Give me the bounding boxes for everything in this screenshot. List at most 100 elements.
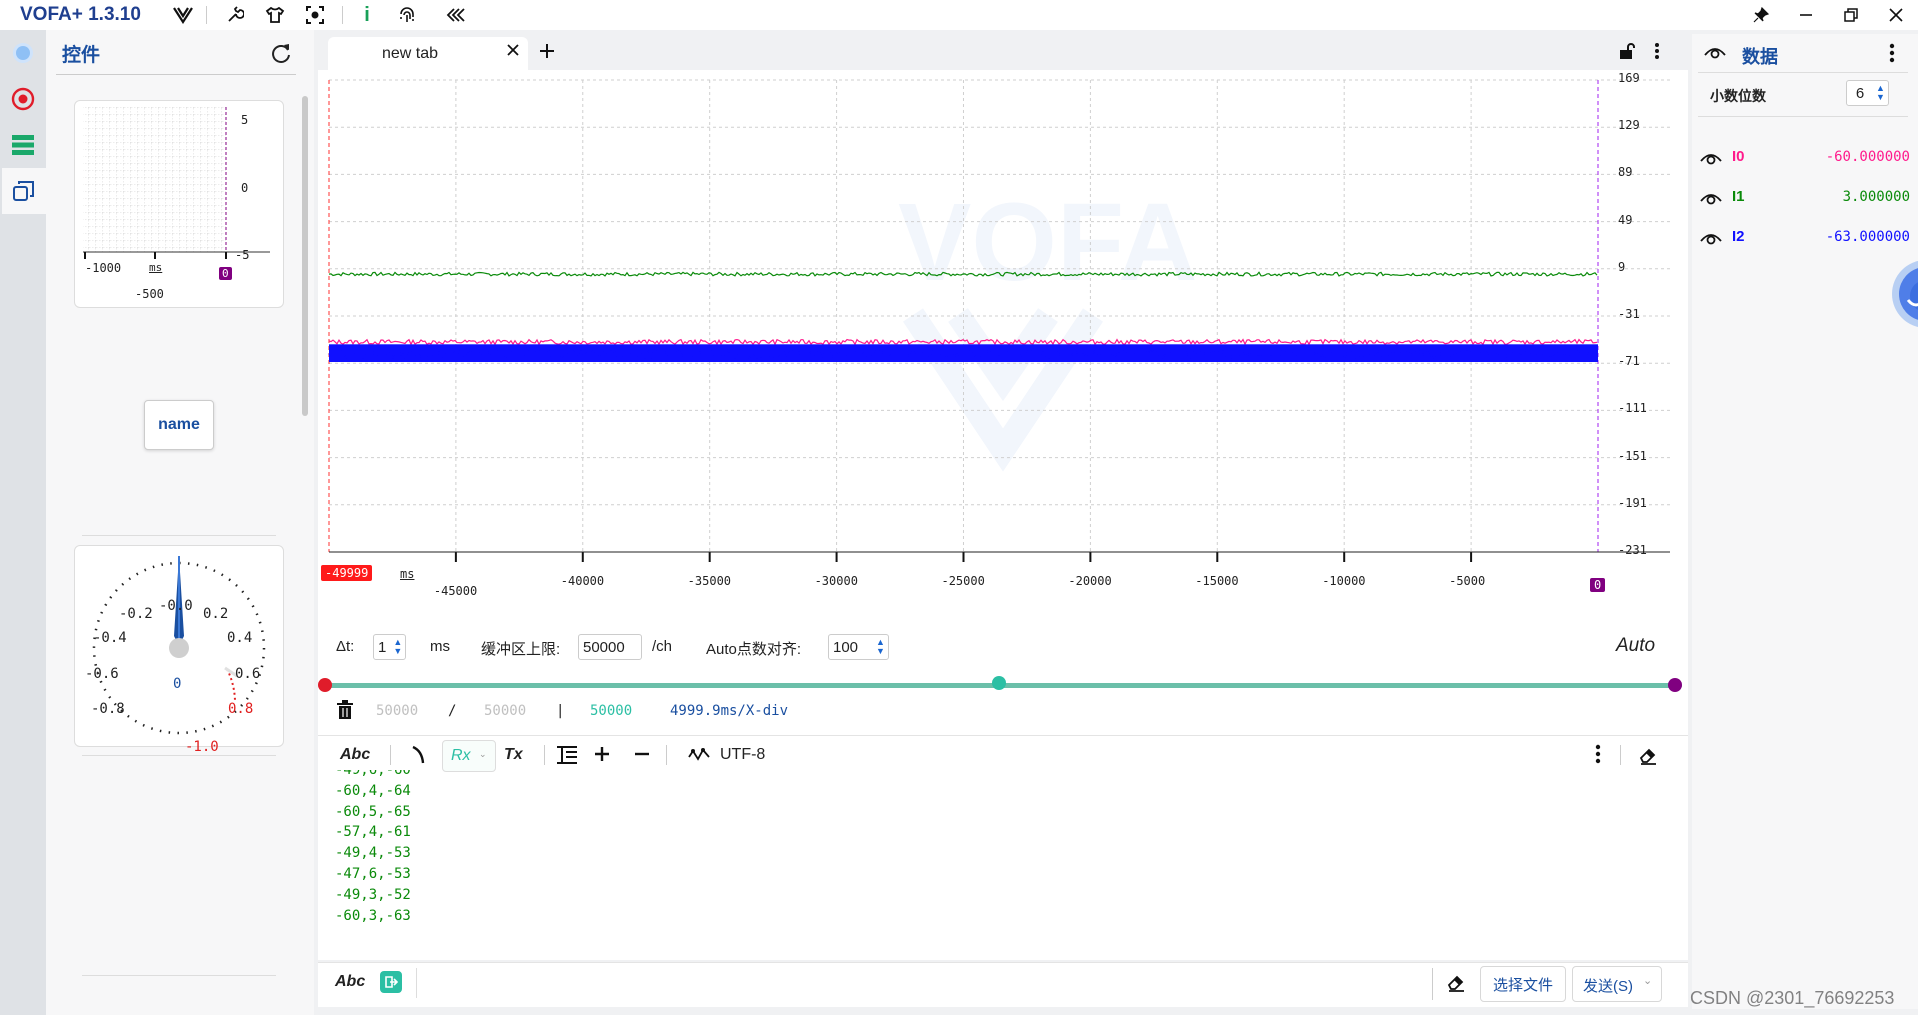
- mini-plot-x-tick: -1000: [85, 261, 122, 275]
- decimals-stepper[interactable]: 6 ▲ ▼: [1846, 80, 1889, 106]
- stepper-arrows-icon[interactable]: ▲ ▼: [1873, 84, 1888, 102]
- panel-divider: [318, 962, 1688, 963]
- send-chevron-icon[interactable]: ⌄: [1643, 974, 1652, 987]
- rx-label: Rx: [451, 747, 471, 764]
- protocol-icon[interactable]: [0, 30, 46, 76]
- toolbar-divider: [1620, 745, 1621, 765]
- channel-visibility-eye-icon[interactable]: [1700, 190, 1722, 210]
- gauge-label: 0.6: [235, 666, 261, 682]
- data-panel-eye-icon[interactable]: [1704, 44, 1726, 64]
- plot-y-tick-label: 49: [1618, 212, 1633, 227]
- gauge-value: 0: [173, 676, 182, 692]
- auto-align-label: Auto点数对齐:: [706, 641, 802, 658]
- stepper-arrows-icon[interactable]: ▲ ▼: [873, 638, 888, 656]
- data-panel: 数据 小数位数 6 ▲ ▼ I0 -60.000000 I1 3.000000 I2 -63…: [1692, 34, 1918, 1009]
- stepper-arrows-icon[interactable]: ▲ ▼: [390, 638, 405, 656]
- plot-y-tick-label: 169: [1618, 71, 1640, 85]
- toolbar-divider: [544, 745, 545, 765]
- encoding-select[interactable]: UTF-8: [720, 746, 765, 764]
- console-output[interactable]: -49,6,-60 -60,4,-64 -60,5,-65 -57,4,-61 -49,…: [335, 770, 935, 956]
- pin-icon[interactable]: [1750, 4, 1772, 26]
- tab-close-icon[interactable]: [506, 43, 520, 61]
- floating-assistant-icon[interactable]: [1878, 244, 1918, 344]
- tx-toggle[interactable]: Tx: [504, 746, 523, 764]
- send-file-icon[interactable]: [380, 971, 402, 993]
- buffer-input[interactable]: 50000: [578, 634, 642, 660]
- close-icon[interactable]: [1885, 4, 1907, 26]
- tab-menu-icon[interactable]: [1652, 42, 1662, 64]
- choose-file-button[interactable]: 选择文件: [1480, 966, 1566, 1002]
- toolbar-divider: [206, 6, 207, 24]
- mini-plot-widget[interactable]: 5 0 -5 -1000 -500 ms 0: [74, 100, 284, 308]
- data-panel-menu-icon[interactable]: [1888, 43, 1896, 67]
- plot-x-tick-label: -20000: [1068, 574, 1112, 588]
- dt-label: Δt:: [336, 638, 355, 655]
- add-tab-icon[interactable]: [538, 42, 556, 64]
- send-abc-toggle[interactable]: Abc: [335, 973, 365, 991]
- plot-x-tick-label: -45000: [433, 584, 478, 598]
- capture-icon[interactable]: [304, 4, 326, 26]
- record-icon[interactable]: [0, 76, 46, 122]
- wrench-icon[interactable]: [224, 4, 246, 26]
- unlock-icon[interactable]: [1618, 42, 1636, 64]
- waveform-icon[interactable]: [688, 747, 710, 767]
- add-icon[interactable]: [594, 746, 610, 766]
- console-line: -60,5,-65: [335, 803, 411, 820]
- vofa-logo-icon[interactable]: [172, 4, 194, 26]
- auto-align-stepper[interactable]: 100 ▲ ▼: [828, 634, 889, 660]
- shirt-icon[interactable]: [264, 4, 286, 26]
- auto-button[interactable]: Auto: [1616, 635, 1655, 657]
- waveform-plot[interactable]: VOFA -49999 ms 0 169 129 89 49 9 -31 -71 -111 -1…: [318, 70, 1688, 620]
- panel-divider: [56, 74, 296, 75]
- dt-stepper[interactable]: 1 ▲ ▼: [373, 634, 407, 660]
- console-menu-icon[interactable]: [1594, 744, 1602, 768]
- channel-visibility-eye-icon[interactable]: [1700, 150, 1722, 170]
- buffer-label: 缓冲区上限:: [481, 641, 561, 658]
- restore-icon[interactable]: [1840, 4, 1862, 26]
- panel-divider: [1698, 72, 1908, 73]
- widgets-icon[interactable]: [2, 168, 46, 214]
- gauge-widget[interactable]: -1.0 -0.8 -0.6 -0.4 -0.2 -0.0 0.2 0.4 0.…: [74, 545, 284, 755]
- send-button[interactable]: 发送(S) ⌄: [1572, 966, 1662, 1002]
- left-rail: [0, 30, 46, 1015]
- range-slider-end-handle[interactable]: [1668, 678, 1682, 692]
- trash-icon[interactable]: [336, 700, 354, 724]
- timestamp-icon[interactable]: [410, 745, 426, 769]
- channel-row[interactable]: I1 3.000000: [1700, 184, 1910, 214]
- gauge-label: -0.6: [85, 666, 119, 682]
- channel-value: -63.000000: [1825, 229, 1910, 245]
- eraser-icon[interactable]: [1638, 745, 1658, 769]
- fingerprint-icon[interactable]: [396, 4, 418, 26]
- channel-row[interactable]: I0 -60.000000: [1700, 144, 1910, 174]
- mini-plot-y-tick: 5: [241, 113, 249, 127]
- range-slider-mid-handle[interactable]: [992, 676, 1006, 690]
- channel-visibility-eye-icon[interactable]: [1700, 230, 1722, 250]
- gauge-label: -1.0: [185, 739, 219, 755]
- format-text-icon[interactable]: [556, 745, 578, 769]
- tab-new-tab[interactable]: new tab: [328, 37, 528, 70]
- refresh-icon[interactable]: [270, 42, 292, 68]
- panel-divider: [82, 535, 276, 536]
- remove-icon[interactable]: [634, 746, 650, 766]
- auto-align-value: 100: [833, 638, 859, 656]
- gauge-label: -0.0: [159, 598, 193, 614]
- plot-watermark: VOFA: [898, 181, 1198, 304]
- info-icon[interactable]: i: [356, 4, 378, 26]
- tab-bar: new tab: [318, 34, 1688, 70]
- widgets-scrollbar[interactable]: [302, 96, 308, 416]
- x-div-readout: 4999.9ms/X-div: [670, 703, 789, 719]
- gauge-label: -0.8: [91, 701, 125, 717]
- range-slider-start-handle[interactable]: [318, 678, 332, 692]
- collapse-double-chevron-icon[interactable]: [444, 4, 466, 26]
- clear-send-eraser-icon[interactable]: [1446, 972, 1466, 996]
- title-bar: VOFA+ 1.3.10 i: [0, 0, 1918, 30]
- gauge-label: 0.4: [227, 630, 253, 646]
- panel-divider: [1698, 116, 1908, 117]
- console-abc-toggle[interactable]: Abc: [340, 746, 370, 764]
- decimals-value: 6: [1855, 84, 1865, 102]
- name-button[interactable]: name: [144, 400, 214, 450]
- data-list-icon[interactable]: [0, 122, 46, 168]
- minimize-icon[interactable]: [1795, 4, 1817, 26]
- app-title: VOFA+ 1.3.10: [20, 4, 141, 25]
- rx-toggle[interactable]: Rx ⌄: [442, 740, 496, 772]
